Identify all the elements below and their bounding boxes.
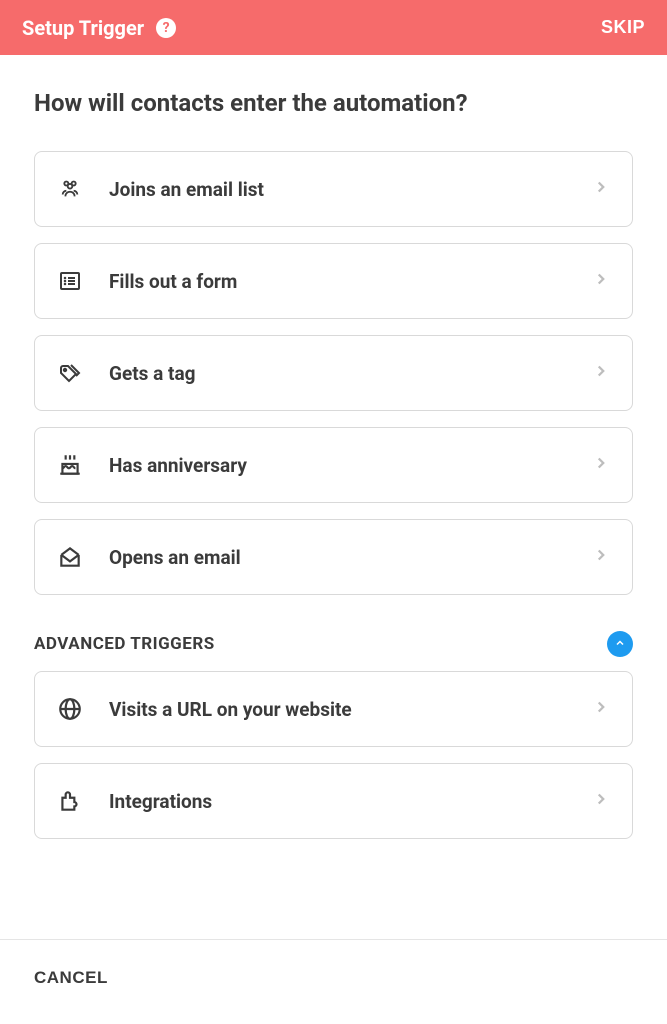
cancel-button[interactable]: CANCEL <box>34 968 108 988</box>
advanced-section-title: ADVANCED TRIGGERS <box>34 634 215 654</box>
envelope-open-icon <box>57 544 83 570</box>
help-icon[interactable]: ? <box>156 18 176 38</box>
advanced-trigger-list: Visits a URL on your website Integration… <box>34 671 633 839</box>
collapse-button[interactable] <box>607 631 633 657</box>
trigger-gets-tag[interactable]: Gets a tag <box>34 335 633 411</box>
cake-icon <box>57 452 83 478</box>
modal-header: Setup Trigger ? SKIP <box>0 0 667 55</box>
globe-icon <box>57 696 83 722</box>
trigger-joins-list[interactable]: Joins an email list <box>34 151 633 227</box>
trigger-visits-url[interactable]: Visits a URL on your website <box>34 671 633 747</box>
trigger-label: Has anniversary <box>109 454 566 477</box>
skip-button[interactable]: SKIP <box>601 17 645 38</box>
trigger-opens-email[interactable]: Opens an email <box>34 519 633 595</box>
chevron-right-icon <box>592 790 610 812</box>
trigger-label: Opens an email <box>109 546 566 569</box>
trigger-integrations[interactable]: Integrations <box>34 763 633 839</box>
header-title: Setup Trigger <box>22 16 144 40</box>
advanced-section-header: ADVANCED TRIGGERS <box>34 631 633 657</box>
chevron-right-icon <box>592 546 610 568</box>
form-icon <box>57 268 83 294</box>
tag-icon <box>57 360 83 386</box>
content-area: How will contacts enter the automation? … <box>0 55 667 934</box>
chevron-right-icon <box>592 454 610 476</box>
modal-footer: CANCEL <box>0 939 667 1024</box>
trigger-anniversary[interactable]: Has anniversary <box>34 427 633 503</box>
trigger-list: Joins an email list Fills out a form <box>34 151 633 595</box>
trigger-label: Integrations <box>109 790 566 813</box>
trigger-label: Gets a tag <box>109 362 566 385</box>
chevron-right-icon <box>592 362 610 384</box>
users-icon <box>57 176 83 202</box>
chevron-right-icon <box>592 270 610 292</box>
chevron-right-icon <box>592 698 610 720</box>
chevron-up-icon <box>614 637 626 652</box>
puzzle-icon <box>57 788 83 814</box>
trigger-label: Joins an email list <box>109 178 566 201</box>
trigger-label: Visits a URL on your website <box>109 698 566 721</box>
chevron-right-icon <box>592 178 610 200</box>
trigger-label: Fills out a form <box>109 270 566 293</box>
header-left: Setup Trigger ? <box>22 16 176 40</box>
trigger-fills-form[interactable]: Fills out a form <box>34 243 633 319</box>
page-title: How will contacts enter the automation? <box>34 89 633 117</box>
